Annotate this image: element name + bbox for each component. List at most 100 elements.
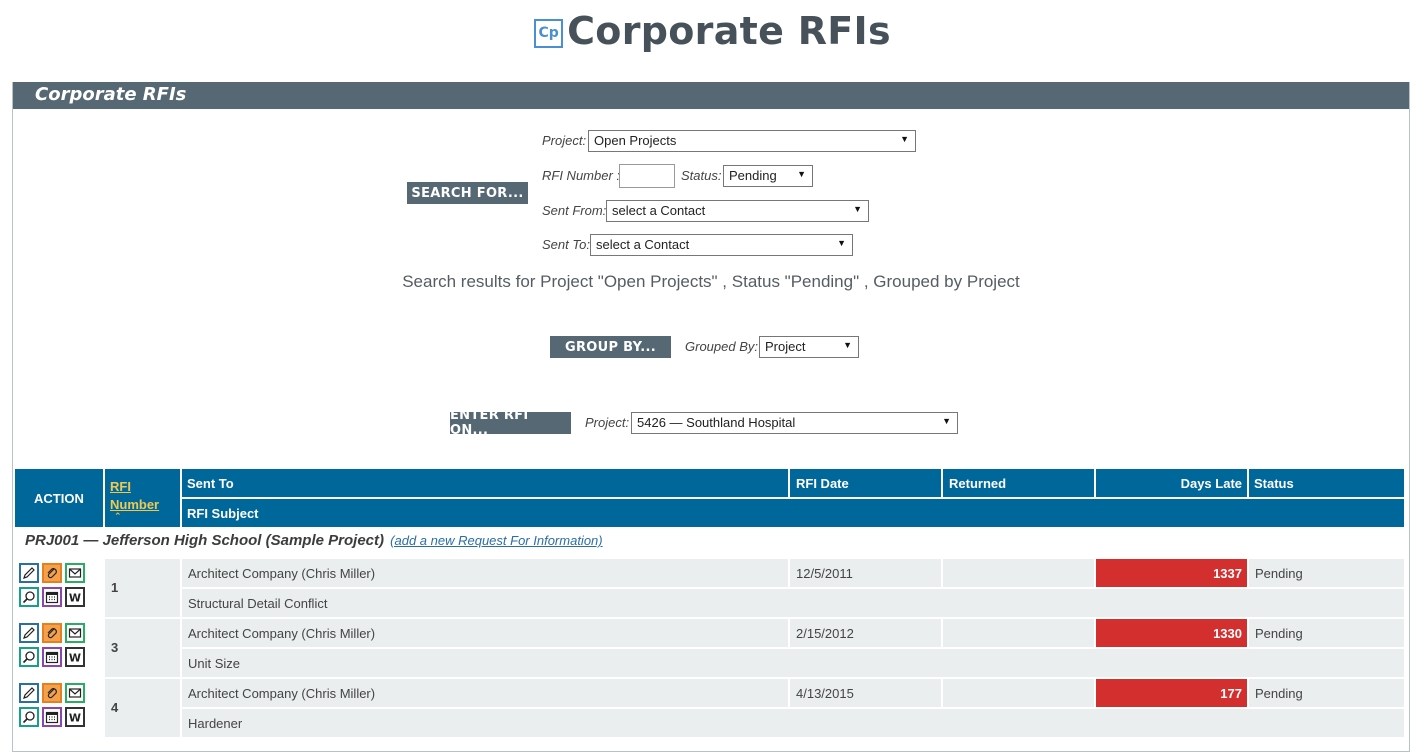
sort-rfi-number-link-line1[interactable]: RFI: [110, 479, 131, 494]
svg-text:W: W: [69, 592, 81, 605]
email-icon[interactable]: [65, 563, 85, 583]
sent-from-label: Sent From:: [542, 203, 607, 218]
enter-rfi-project-select-value: 5426 — Southland Hospital: [637, 415, 796, 430]
panel-header: Corporate RFIs: [13, 82, 1409, 109]
header-rfi-date: RFI Date: [790, 469, 941, 497]
attachment-icon[interactable]: [42, 563, 62, 583]
header-action: ACTION: [15, 469, 103, 527]
rfi-number: 1: [111, 580, 119, 595]
sent-to-select-value: select a Contact: [596, 237, 690, 252]
search-for-button[interactable]: SEARCH FOR...: [407, 182, 528, 204]
calendar-icon[interactable]: [42, 647, 62, 667]
word-icon[interactable]: W: [65, 647, 85, 667]
project-select-value: Open Projects: [594, 133, 677, 148]
status-text: Pending: [1255, 566, 1303, 581]
add-rfi-link[interactable]: (add a new Request For Information): [390, 533, 602, 548]
enter-rfi-project-label: Project:: [585, 415, 630, 430]
chevron-down-icon: ▼: [837, 238, 846, 248]
attachment-icon[interactable]: [42, 623, 62, 643]
email-icon[interactable]: [65, 683, 85, 703]
rfi-subject-text: Hardener: [188, 716, 243, 731]
sort-rfi-number-link-line2[interactable]: Number: [110, 497, 159, 512]
sort-up-icon: ⌃: [114, 511, 122, 521]
rfi-panel: Corporate RFIs SEARCH FOR... Project: Op…: [12, 82, 1410, 752]
rfi-subject-cell: [182, 649, 1404, 677]
sent-from-select[interactable]: select a Contact ▼: [606, 200, 869, 222]
word-icon[interactable]: W: [65, 587, 85, 607]
header-status-label: Status: [1254, 476, 1294, 491]
view-icon[interactable]: [19, 587, 39, 607]
group-title-text: PRJ001 — Jefferson High School (Sample P…: [25, 532, 384, 549]
status-select-value: Pending: [729, 168, 777, 183]
attachment-icon[interactable]: [42, 683, 62, 703]
grouped-by-select-value: Project: [765, 339, 806, 354]
header-days-late-label: Days Late: [1180, 476, 1242, 491]
sent-to-text: Architect Company (Chris Miller): [188, 686, 376, 701]
word-icon[interactable]: W: [65, 707, 85, 727]
header-rfi-subject: RFI Subject: [182, 499, 1404, 527]
header-action-label: ACTION: [34, 491, 84, 506]
header-days-late: Days Late: [1096, 469, 1247, 497]
calendar-icon[interactable]: [42, 587, 62, 607]
status-text: Pending: [1255, 626, 1303, 641]
search-results-summary: Search results for Project "Open Project…: [402, 272, 1020, 291]
rfi-subject-text: Unit Size: [188, 656, 241, 671]
rfi-number: 3: [111, 640, 119, 655]
sent-to-label: Sent To:: [542, 237, 590, 252]
calendar-icon[interactable]: [42, 707, 62, 727]
group-title: PRJ001 — Jefferson High School (Sample P…: [25, 532, 603, 549]
chevron-down-icon: ▼: [853, 204, 862, 214]
svg-text:W: W: [69, 652, 81, 665]
header-returned-label: Returned: [949, 476, 1007, 491]
header-sent-to: Sent To: [182, 469, 788, 497]
header-rfi-number[interactable]: RFI Number ⌃: [105, 469, 180, 527]
chevron-down-icon: ▼: [900, 134, 909, 144]
returned-cell: [943, 559, 1094, 587]
svg-text:W: W: [69, 712, 81, 725]
days-late-badge: 1330: [1096, 619, 1247, 647]
chevron-down-icon: ▼: [942, 416, 951, 426]
status-label: Status:: [681, 168, 722, 183]
grouped-by-select[interactable]: Project ▼: [759, 336, 859, 358]
status-text: Pending: [1255, 686, 1303, 701]
header-status: Status: [1249, 469, 1404, 497]
rfi-subject-text: Structural Detail Conflict: [188, 596, 328, 611]
project-label: Project:: [542, 133, 587, 148]
chevron-down-icon: ▼: [797, 169, 806, 179]
edit-icon[interactable]: [19, 683, 39, 703]
rfi-date-text: 4/13/2015: [796, 686, 854, 701]
enter-rfi-project-select[interactable]: 5426 — Southland Hospital ▼: [631, 412, 958, 434]
email-icon[interactable]: [65, 623, 85, 643]
chevron-down-icon: ▼: [843, 340, 852, 350]
edit-icon[interactable]: [19, 623, 39, 643]
days-late-badge: 177: [1096, 679, 1247, 707]
edit-icon[interactable]: [19, 563, 39, 583]
view-icon[interactable]: [19, 707, 39, 727]
returned-cell: [943, 619, 1094, 647]
grouped-by-label: Grouped By:: [685, 339, 758, 354]
status-select[interactable]: Pending ▼: [723, 165, 813, 187]
rfi-date-text: 2/15/2012: [796, 626, 854, 641]
cp-logo-icon: Cp: [534, 18, 564, 48]
rfi-number: 4: [111, 700, 119, 715]
group-by-button[interactable]: GROUP BY...: [550, 336, 671, 358]
days-late-badge: 1337: [1096, 559, 1247, 587]
sent-from-select-value: select a Contact: [612, 203, 706, 218]
page-title: Corporate RFIs: [567, 9, 891, 53]
header-rfi-subject-label: RFI Subject: [187, 506, 259, 521]
project-select[interactable]: Open Projects ▼: [588, 130, 916, 152]
view-icon[interactable]: [19, 647, 39, 667]
rfi-number-label: RFI Number :: [542, 168, 621, 183]
sent-to-text: Architect Company (Chris Miller): [188, 566, 376, 581]
header-sent-to-label: Sent To: [187, 476, 234, 491]
rfi-number-input[interactable]: [619, 164, 675, 188]
rfi-subject-cell: [182, 589, 1404, 617]
enter-rfi-on-button[interactable]: ENTER RFI ON...: [450, 408, 571, 438]
header-returned: Returned: [943, 469, 1094, 497]
sent-to-select[interactable]: select a Contact ▼: [590, 234, 853, 256]
sent-to-text: Architect Company (Chris Miller): [188, 626, 376, 641]
rfi-subject-cell: [182, 709, 1404, 737]
page-title-bar: Cp Corporate RFIs: [0, 6, 1425, 56]
header-rfi-date-label: RFI Date: [796, 476, 849, 491]
returned-cell: [943, 679, 1094, 707]
